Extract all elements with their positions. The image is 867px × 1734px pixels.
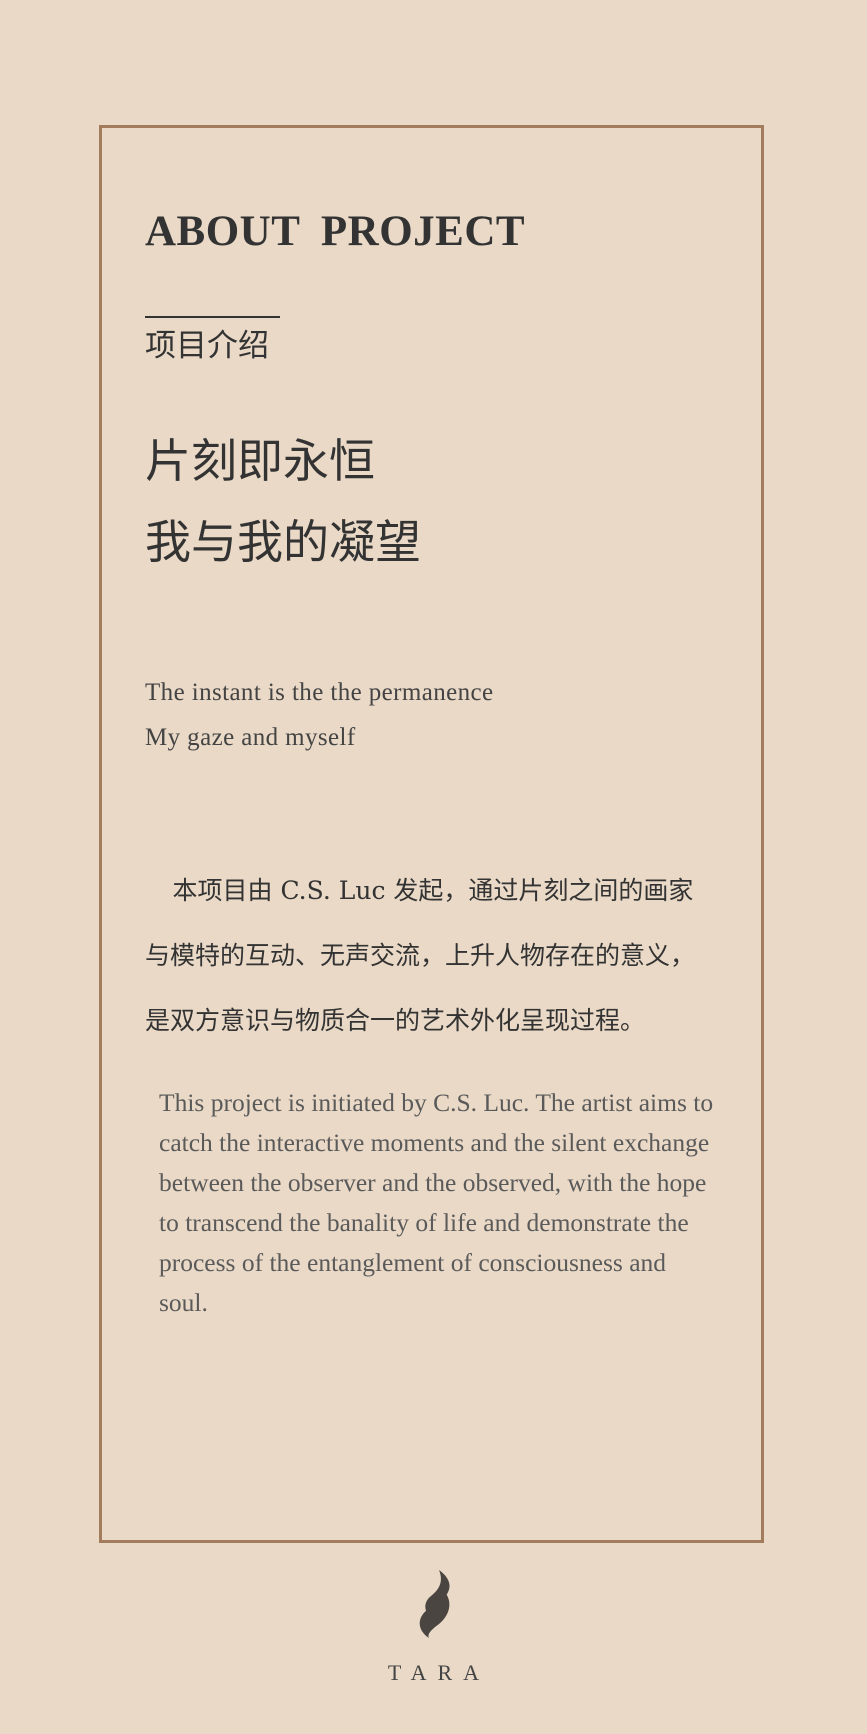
headline-cn-line2: 我与我的凝望 bbox=[145, 515, 421, 569]
flame-s-icon bbox=[419, 1570, 449, 1638]
content: ABOUT PROJECT 项目介绍 片刻即永恒 我与我的凝望 The inst… bbox=[145, 205, 725, 1323]
page-title-cn: 项目介绍 bbox=[145, 328, 269, 364]
title-divider bbox=[145, 316, 280, 318]
brand-name: TARA bbox=[387, 1660, 491, 1685]
description-cn: 本项目由 C.S. Luc 发起，通过片刻之间的画家与模特的互动、无声交流，上升… bbox=[145, 876, 696, 1035]
headline-en-line2: My gaze and myself bbox=[145, 724, 356, 751]
headline-en-line1: The instant is the the permanence bbox=[145, 679, 494, 706]
headline-cn-line1: 片刻即永恒 bbox=[145, 434, 375, 488]
headline-en: The instant is the the permanence My gaz… bbox=[145, 670, 725, 760]
page-title-en: ABOUT PROJECT bbox=[145, 208, 526, 255]
description-en: This project is initiated by C.S. Luc. T… bbox=[159, 1088, 714, 1317]
brand-logo: TARA bbox=[0, 1568, 867, 1686]
headline-cn: 片刻即永恒 我与我的凝望 bbox=[145, 421, 725, 583]
